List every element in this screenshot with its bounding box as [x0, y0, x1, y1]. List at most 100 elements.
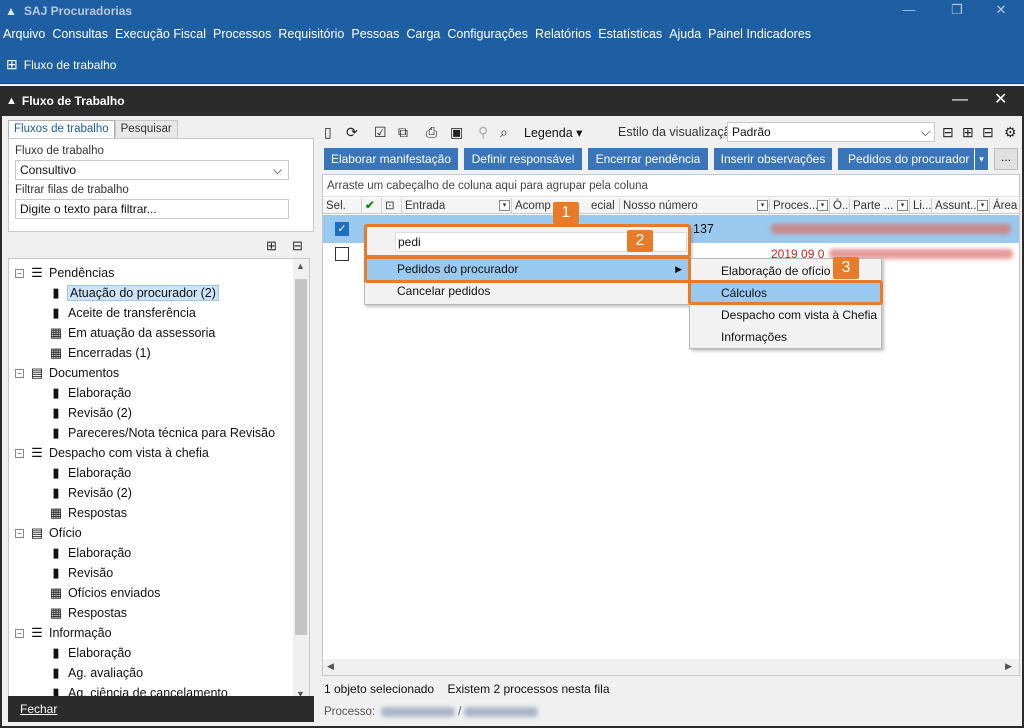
collapse-all-icon[interactable]: ⊟ — [292, 238, 303, 254]
encerrar-pendencia-button[interactable]: Encerrar pendência — [588, 148, 708, 170]
filter-dropdown-icon[interactable]: ▾ — [897, 200, 908, 211]
search-icon[interactable]: ⌕ — [500, 124, 508, 141]
minimize-window-icon[interactable]: — — [952, 92, 968, 108]
tree-item[interactable]: ▮ Elaboração — [49, 543, 131, 563]
collapse-toggle-icon[interactable]: − — [15, 628, 24, 638]
restore-icon[interactable]: ❐ — [934, 0, 980, 22]
submenu-item-informacoes[interactable]: Informações — [691, 326, 882, 348]
tree-item[interactable]: ▮ Ag. avaliação — [49, 663, 143, 683]
tree-item[interactable]: ▮ Revisão — [49, 563, 113, 583]
close-app-icon[interactable]: ✕ — [978, 0, 1024, 22]
scroll-up-icon[interactable]: ▲ — [296, 261, 305, 271]
flag-column-icon[interactable]: ⊡ — [381, 198, 401, 214]
col-orgao[interactable]: Ó... — [829, 198, 849, 214]
action-buttons: Elaborar manifestação Definir responsáve… — [322, 148, 1022, 172]
context-item-cancelar-pedidos[interactable]: Cancelar pedidos — [366, 280, 690, 302]
fechar-button[interactable]: Fechar — [8, 696, 314, 722]
menu-pessoas[interactable]: Pessoas — [351, 27, 399, 41]
filter-dropdown-icon[interactable]: ▾ — [499, 200, 510, 211]
collapse-toggle-icon[interactable]: − — [15, 268, 24, 278]
tree-item[interactable]: ▦ Respostas — [49, 503, 127, 523]
tree-scrollbar[interactable]: ▲ ▼ — [293, 259, 309, 701]
tree-item[interactable]: ▮ Pareceres/Nota técnica para Revisão — [49, 423, 275, 443]
new-document-icon[interactable]: ▯ — [324, 124, 332, 141]
row-checkbox[interactable]: ✓ — [335, 222, 349, 236]
col-entrada[interactable]: Entrada ▾ — [401, 198, 511, 214]
workflow-icon[interactable]: ⊞ — [6, 56, 18, 73]
tree-item[interactable]: ▮ Elaboração — [49, 463, 131, 483]
tools-icon[interactable]: ⚙ — [1004, 124, 1017, 141]
collapse-toggle-icon[interactable]: − — [15, 528, 24, 538]
definir-responsavel-button[interactable]: Definir responsável — [464, 148, 582, 170]
collapse-toggle-icon[interactable]: − — [15, 448, 24, 458]
filter-dropdown-icon[interactable]: ▾ — [977, 200, 988, 211]
dropdown-arrow-icon[interactable]: ▾ — [974, 148, 988, 170]
grid-settings-icon[interactable]: ⊟ — [982, 124, 994, 141]
check-column-icon[interactable]: ✔ — [361, 198, 381, 214]
inserir-observacoes-button[interactable]: Inserir observações — [714, 148, 832, 170]
menu-ajuda[interactable]: Ajuda — [669, 27, 701, 41]
scroll-right-icon[interactable]: ▶ — [1005, 661, 1012, 672]
tree-group[interactable]: − ▤ Ofício — [15, 523, 82, 543]
menu-painel-indicadores[interactable]: Painel Indicadores — [708, 27, 811, 41]
minimize-icon[interactable]: — — [886, 0, 932, 22]
tab-fluxos-de-trabalho[interactable]: Fluxos de trabalho — [8, 120, 115, 138]
col-sel[interactable]: Sel. — [323, 198, 361, 214]
menu-arquivo[interactable]: Arquivo — [3, 27, 45, 41]
tree-group[interactable]: − ▤ Documentos — [15, 363, 119, 383]
save-icon[interactable]: ▣ — [450, 124, 463, 141]
col-nosso-numero[interactable]: Nosso número ▾ — [619, 198, 769, 214]
check-all-icon[interactable]: ☑ — [374, 124, 387, 141]
menu-execucao-fiscal[interactable]: Execução Fiscal — [115, 27, 206, 41]
refresh-icon[interactable]: ⟳ — [346, 124, 358, 141]
legenda-dropdown[interactable]: Legenda ▾ — [524, 125, 582, 140]
tree-item[interactable]: ▮ Revisão (2) — [49, 483, 132, 503]
row-checkbox[interactable] — [335, 247, 349, 261]
tree-structure-icon[interactable]: ⊞ — [266, 238, 277, 254]
scroll-left-icon[interactable]: ◀ — [327, 661, 334, 672]
menu-configuracoes[interactable]: Configurações — [447, 27, 528, 41]
columns-icon[interactable]: ⊞ — [962, 124, 974, 141]
col-assunto[interactable]: Assunt... ▾ — [931, 198, 989, 214]
tree-item[interactable]: ▦ Ofícios enviados — [49, 583, 161, 603]
layout-icon[interactable]: ⊟ — [942, 124, 954, 141]
col-area[interactable]: Área — [989, 198, 1019, 214]
col-parte[interactable]: Parte ... ▾ — [849, 198, 909, 214]
pedidos-do-procurador-button[interactable]: Pedidos do procurador ▾ — [838, 148, 988, 170]
close-window-icon[interactable]: ✕ — [994, 92, 1007, 108]
tree-item[interactable]: ▮ Revisão (2) — [49, 403, 132, 423]
tree-item[interactable]: ▮ Elaboração — [49, 383, 131, 403]
col-li[interactable]: Li... — [909, 198, 931, 214]
tree-item[interactable]: ▦ Encerradas (1) — [49, 343, 151, 363]
print-icon[interactable]: ⎙ — [426, 124, 437, 141]
scroll-thumb[interactable] — [295, 279, 307, 635]
tree-item[interactable]: ▦ Em atuação da assessoria — [49, 323, 215, 343]
tree-group[interactable]: − ☰ Informação — [15, 623, 112, 643]
tree-group[interactable]: − ☰ Pendências — [15, 263, 114, 283]
tree-item[interactable]: ▮ Aceite de transferência — [49, 303, 195, 323]
workflow-toolbar-button[interactable]: Fluxo de trabalho — [24, 58, 117, 72]
menu-consultas[interactable]: Consultas — [52, 27, 108, 41]
filter-dropdown-icon[interactable]: ▾ — [817, 200, 828, 211]
filter-dropdown-icon[interactable]: ▾ — [757, 200, 768, 211]
horizontal-scrollbar[interactable]: ◀ ▶ — [323, 659, 1019, 675]
tree-item[interactable]: ▦ Respostas — [49, 603, 127, 623]
submenu-item-despacho-com-vista[interactable]: Despacho com vista à Chefia — [691, 304, 882, 326]
tree-item[interactable]: ▮ Atuação do procurador (2) — [49, 283, 219, 303]
menu-carga[interactable]: Carga — [406, 27, 440, 41]
tree-group[interactable]: − ☰ Despacho com vista à chefia — [15, 443, 209, 463]
menu-processos[interactable]: Processos — [213, 27, 271, 41]
menu-relatorios[interactable]: Relatórios — [535, 27, 591, 41]
flow-select[interactable]: Consultivo ⌵ — [15, 160, 289, 180]
view-style-select[interactable]: Padrão ⌵ — [727, 122, 935, 142]
copy-icon[interactable]: ⧉ — [398, 124, 408, 141]
col-processo[interactable]: Proces... ▾ — [769, 198, 829, 214]
menu-requisitorio[interactable]: Requisitório — [278, 27, 344, 41]
tree-item[interactable]: ▮ Elaboração — [49, 643, 131, 663]
filter-input[interactable]: Digite o texto para filtrar... — [15, 199, 289, 219]
menu-estatisticas[interactable]: Estatísticas — [598, 27, 662, 41]
collapse-toggle-icon[interactable]: − — [15, 368, 24, 378]
more-actions-button[interactable]: ... — [994, 148, 1018, 170]
tab-pesquisar[interactable]: Pesquisar — [114, 120, 178, 138]
elaborar-manifestacao-button[interactable]: Elaborar manifestação — [324, 148, 458, 170]
